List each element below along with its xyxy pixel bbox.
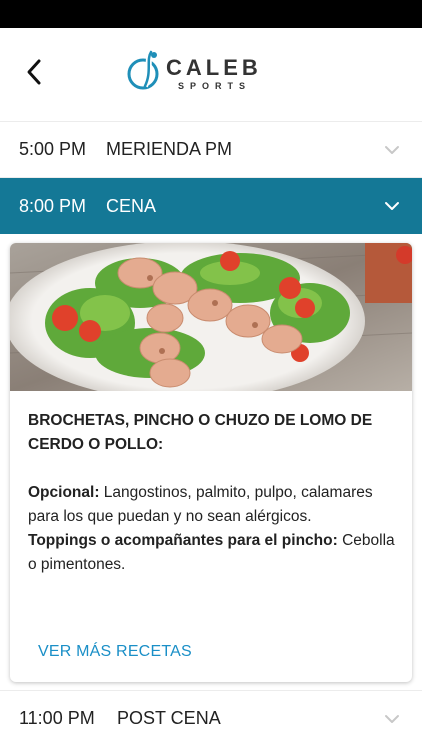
optional-label: Opcional: bbox=[28, 484, 100, 501]
status-bar bbox=[0, 0, 422, 28]
meal-time: 11:00 PM bbox=[19, 708, 95, 728]
meal-row-merienda[interactable]: 5:00 PM MERIENDA PM bbox=[0, 122, 422, 178]
chevron-left-icon bbox=[27, 59, 41, 85]
meal-name: POST CENA bbox=[117, 708, 221, 728]
brand-logo: CALEB SPORTS bbox=[126, 48, 266, 98]
recipe-title: BROCHETAS, PINCHO O CHUZO DE LOMO DE CER… bbox=[28, 412, 373, 453]
meal-row-post-cena[interactable]: 11:00 PM POST CENA bbox=[0, 690, 422, 746]
meal-row-cena[interactable]: 8:00 PM CENA bbox=[0, 178, 422, 234]
meal-time: 5:00 PM bbox=[19, 139, 87, 159]
brand-subtitle: SPORTS bbox=[178, 81, 252, 91]
more-recipes-link[interactable]: VER MÁS RECETAS bbox=[38, 643, 192, 661]
meal-time: 8:00 PM bbox=[19, 195, 87, 216]
meal-name: CENA bbox=[106, 195, 157, 216]
chevron-down-icon bbox=[385, 715, 399, 723]
logo-mark-icon bbox=[127, 50, 159, 90]
chevron-down-icon bbox=[385, 202, 399, 210]
recipe-description: BROCHETAS, PINCHO O CHUZO DE LOMO DE CER… bbox=[28, 409, 398, 577]
recipe-photo bbox=[10, 243, 412, 391]
back-button[interactable] bbox=[16, 54, 52, 90]
recipe-card: BROCHETAS, PINCHO O CHUZO DE LOMO DE CER… bbox=[10, 243, 412, 682]
recipe-optional: Opcional: Langostinos, palmito, pulpo, c… bbox=[28, 481, 398, 529]
meal-name: MERIENDA PM bbox=[106, 139, 233, 159]
recipe-toppings: Toppings o acompañantes para el pincho: … bbox=[28, 529, 398, 577]
app-header: CALEB SPORTS bbox=[0, 28, 422, 122]
toppings-label: Toppings o acompañantes para el pincho: bbox=[28, 532, 338, 549]
brand-name: CALEB bbox=[166, 55, 262, 80]
chevron-down-icon bbox=[385, 146, 399, 154]
